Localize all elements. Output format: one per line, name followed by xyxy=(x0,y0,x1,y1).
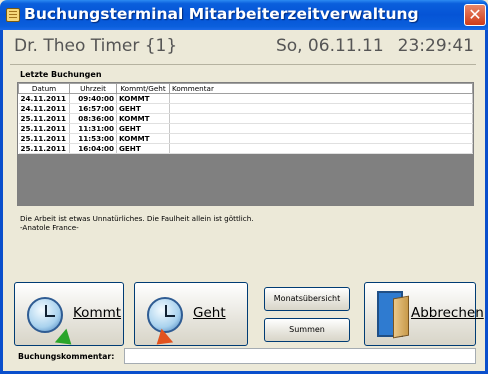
current-date: So, 06.11.11 xyxy=(275,36,384,56)
cell-time: 11:53:00 xyxy=(69,133,117,144)
cell-time: 08:36:00 xyxy=(69,113,117,124)
clock-arrow-out-icon xyxy=(147,297,183,352)
table-row[interactable]: 25.11.2011 11:31:00 GEHT xyxy=(18,123,473,134)
cell-date: 24.11.2011 xyxy=(18,93,70,104)
quote-author: -Anatole France- xyxy=(20,223,79,232)
table-row[interactable]: 25.11.2011 16:04:00 GEHT xyxy=(18,143,473,154)
clock-arrow-in-icon xyxy=(27,297,78,352)
cell-direction: GEHT xyxy=(116,103,170,114)
monatsuebersicht-button[interactable]: Monatsübersicht xyxy=(264,287,350,311)
cell-date: 25.11.2011 xyxy=(18,123,70,134)
user-name: Dr. Theo Timer {1} xyxy=(14,36,178,56)
quote: Die Arbeit ist etwas Unnatürliches. Die … xyxy=(20,214,460,232)
geht-label: Geht xyxy=(193,305,226,321)
cell-time: 16:57:00 xyxy=(69,103,117,114)
table-row[interactable]: 25.11.2011 08:36:00 KOMMT xyxy=(18,113,473,124)
cell-comment xyxy=(169,113,473,124)
column-header-time[interactable]: Uhrzeit xyxy=(69,83,117,94)
cell-comment xyxy=(169,103,473,114)
door-exit-icon xyxy=(377,291,403,337)
table-header-row: Datum Uhrzeit Kommt/Geht Kommentar xyxy=(18,83,473,94)
cell-date: 25.11.2011 xyxy=(18,143,70,154)
column-header-comment[interactable]: Kommentar xyxy=(169,83,473,94)
cell-comment xyxy=(169,133,473,144)
cell-direction: KOMMT xyxy=(116,113,170,124)
header-divider xyxy=(10,64,476,65)
table-row[interactable]: 25.11.2011 11:53:00 KOMMT xyxy=(18,133,473,144)
close-button[interactable]: ✕ xyxy=(464,4,486,26)
cell-comment xyxy=(169,123,473,134)
kommt-button[interactable]: Kommt xyxy=(14,282,124,352)
table-row[interactable]: 24.11.2011 09:40:00 KOMMT xyxy=(18,93,473,104)
title-bar: Buchungsterminal Mitarbeiterzeitverwaltu… xyxy=(0,0,488,30)
cell-direction: GEHT xyxy=(116,143,170,154)
cell-date: 25.11.2011 xyxy=(18,133,70,144)
geht-button[interactable]: Geht xyxy=(134,282,248,352)
abbrechen-label: Abbrechen xyxy=(411,305,484,321)
table-row[interactable]: 24.11.2011 16:57:00 GEHT xyxy=(18,103,473,114)
cell-direction: KOMMT xyxy=(116,133,170,144)
kommt-label: Kommt xyxy=(73,305,122,321)
quote-text: Die Arbeit ist etwas Unnatürliches. Die … xyxy=(20,214,254,223)
abbrechen-button[interactable]: Abbrechen xyxy=(364,282,484,346)
cell-time: 11:31:00 xyxy=(69,123,117,134)
cell-date: 25.11.2011 xyxy=(18,113,70,124)
comment-label: Buchungskommentar: xyxy=(18,352,115,361)
cell-comment xyxy=(169,93,473,104)
summen-button[interactable]: Summen xyxy=(264,318,350,342)
column-header-direction[interactable]: Kommt/Geht xyxy=(116,83,170,94)
bookings-section-label: Letzte Buchungen xyxy=(20,70,102,79)
app-calendar-icon xyxy=(6,8,20,22)
cell-date: 24.11.2011 xyxy=(18,103,70,114)
cell-comment xyxy=(169,143,473,154)
cell-time: 09:40:00 xyxy=(69,93,117,104)
cell-direction: GEHT xyxy=(116,123,170,134)
cell-direction: KOMMT xyxy=(116,93,170,104)
cell-time: 16:04:00 xyxy=(69,143,117,154)
window-title: Buchungsterminal Mitarbeiterzeitverwaltu… xyxy=(24,5,419,23)
bookings-table[interactable]: Datum Uhrzeit Kommt/Geht Kommentar 24.11… xyxy=(17,82,474,206)
current-time: 23:29:41 xyxy=(397,36,474,56)
current-datetime: So, 06.11.11 23:29:41 xyxy=(276,36,474,56)
comment-input[interactable] xyxy=(124,348,476,364)
column-header-date[interactable]: Datum xyxy=(18,83,70,94)
